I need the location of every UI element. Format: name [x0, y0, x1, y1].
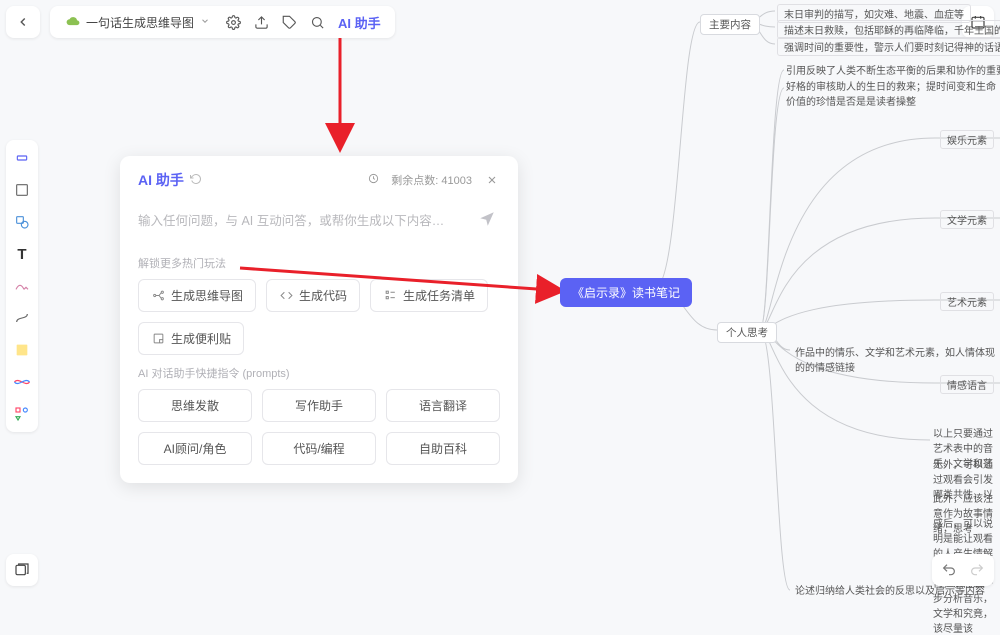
chip-label: 生成任务清单	[403, 287, 475, 304]
mindmap-icon	[151, 289, 165, 303]
export-icon[interactable]	[248, 9, 274, 35]
mm-leaf[interactable]: 引用反映了人类不断生态平衡的后果和协作的重要性	[786, 62, 1000, 77]
back-button[interactable]	[10, 9, 36, 35]
prompts-section-label: AI 对话助手快捷指令 (prompts)	[138, 365, 500, 381]
prompt-role[interactable]: AI顾问/角色	[138, 432, 252, 465]
ai-input[interactable]	[138, 214, 470, 228]
chip-label: 自助百科	[419, 440, 467, 457]
chip-label: 思维发散	[171, 397, 219, 414]
ai-assistant-panel: AI 助手 剩余点数: 41003 解锁更多热门玩法 生成思	[120, 156, 518, 483]
tool-mindmap[interactable]	[10, 370, 34, 394]
mm-node-main[interactable]: 主要内容	[700, 14, 760, 35]
close-icon[interactable]	[484, 172, 500, 188]
cloud-icon	[66, 14, 80, 31]
doc-title-text: 一句话生成思维导图	[86, 14, 194, 31]
tool-sticky[interactable]	[10, 338, 34, 362]
annotation-arrow-down	[320, 33, 360, 153]
chip-label: 生成思维导图	[171, 287, 243, 304]
tool-sidebar: T	[6, 140, 38, 432]
prompt-coding[interactable]: 代码/编程	[262, 432, 376, 465]
history-bar	[932, 554, 994, 586]
hot-section-label: 解锁更多热门玩法	[138, 255, 500, 271]
tool-connector[interactable]	[10, 306, 34, 330]
prompt-encyclo[interactable]: 自助百科	[386, 432, 500, 465]
chip-gen-tasks[interactable]: 生成任务清单	[370, 279, 488, 312]
layers-button[interactable]	[6, 554, 38, 586]
chip-gen-mindmap[interactable]: 生成思维导图	[138, 279, 256, 312]
prompt-writing[interactable]: 写作助手	[262, 389, 376, 422]
tool-frame[interactable]	[10, 178, 34, 202]
prompt-diverge[interactable]: 思维发散	[138, 389, 252, 422]
undo-button[interactable]	[936, 558, 962, 582]
mm-leaf[interactable]: 好格的审核助人的生日的救来；提时间变和生命价值的珍惜是否是是读者操整	[786, 78, 996, 108]
tool-shape[interactable]	[10, 210, 34, 234]
ai-tab[interactable]: AI 助手	[332, 13, 387, 32]
chip-label: AI顾问/角色	[164, 440, 227, 457]
clock-icon	[368, 173, 379, 187]
chip-gen-note[interactable]: 生成便利贴	[138, 322, 244, 355]
tool-pen[interactable]	[10, 274, 34, 298]
mindmap-root[interactable]: 《启示录》读书笔记	[560, 278, 692, 307]
chevron-down-icon	[200, 15, 210, 29]
mm-leaf[interactable]: 作品中的情乐、文学和艺术元素，如人情体现的的情感链接	[795, 344, 995, 374]
mm-side-node[interactable]: 文学元素	[940, 210, 994, 229]
doc-title[interactable]: 一句话生成思维导图	[58, 6, 218, 38]
chip-label: 生成代码	[299, 287, 347, 304]
mm-node-personal[interactable]: 个人思考	[717, 322, 777, 343]
tag-icon[interactable]	[276, 9, 302, 35]
mm-leaf[interactable]: 强调时间的重要性，警示人们要时刻记得神的话语	[777, 37, 1000, 56]
prompt-translate[interactable]: 语言翻译	[386, 389, 500, 422]
chip-label: 语言翻译	[419, 397, 467, 414]
tool-more[interactable]	[10, 402, 34, 426]
tool-text[interactable]: T	[10, 242, 34, 266]
refresh-icon[interactable]	[190, 173, 202, 188]
points-label: 剩余点数:	[391, 175, 438, 187]
mm-side-node[interactable]: 娱乐元素	[940, 130, 994, 149]
chip-label: 写作助手	[295, 397, 343, 414]
mm-side-node[interactable]: 艺术元素	[940, 292, 994, 311]
ai-panel-title: AI 助手	[138, 170, 184, 190]
tasks-icon	[383, 289, 397, 303]
settings-icon[interactable]	[220, 9, 246, 35]
code-icon	[279, 289, 293, 303]
chip-gen-code[interactable]: 生成代码	[266, 279, 360, 312]
redo-button[interactable]	[964, 558, 990, 582]
chip-label: 生成便利贴	[171, 330, 231, 347]
note-icon	[151, 332, 165, 346]
points-value: 41003	[441, 175, 472, 187]
search-icon[interactable]	[304, 9, 330, 35]
send-button[interactable]	[478, 210, 500, 232]
chip-label: 代码/编程	[293, 440, 344, 457]
mm-side-node[interactable]: 情感语言	[940, 375, 994, 394]
tool-select[interactable]	[10, 146, 34, 170]
